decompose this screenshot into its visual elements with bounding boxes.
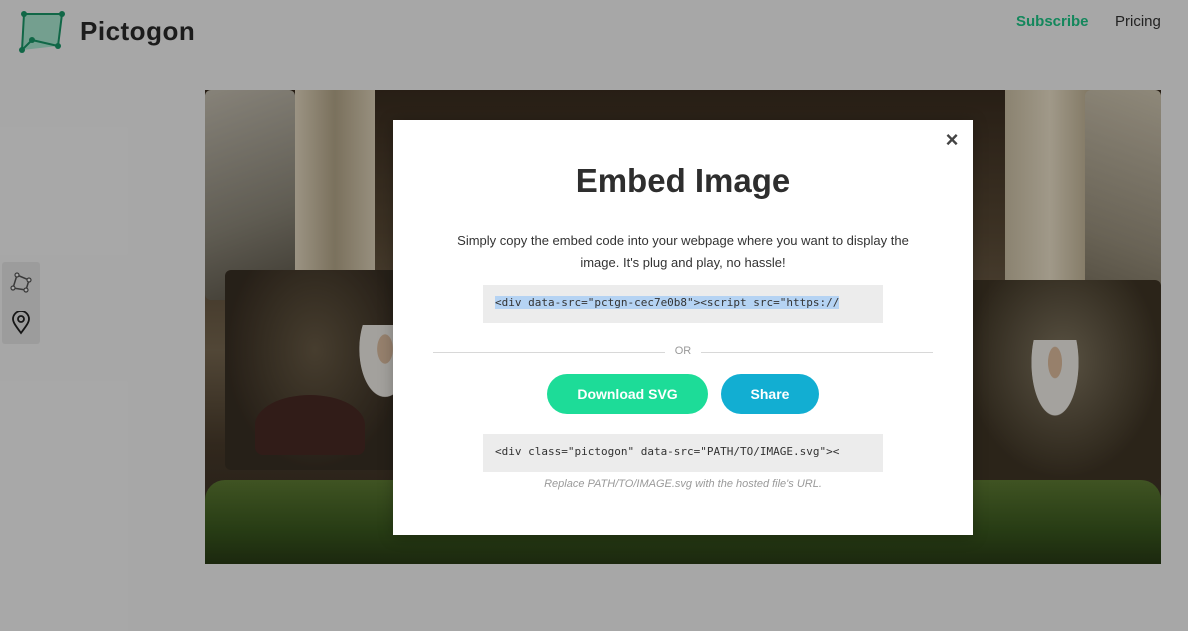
embed-code-text: <div data-src="pctgn-cec7e0b8"><script s…: [495, 296, 840, 309]
svg-hint-text: Replace PATH/TO/IMAGE.svg with the hoste…: [544, 478, 822, 490]
divider-left: [433, 352, 665, 353]
modal-title: Embed Image: [575, 162, 791, 199]
svg-code-field[interactable]: <div class="pictogon" data-src="PATH/TO/…: [483, 434, 883, 472]
share-button[interactable]: Share: [721, 374, 819, 414]
page: Pictogon Subscribe Pricing × Embed Image…: [0, 0, 1188, 631]
embed-code-field[interactable]: <div data-src="pctgn-cec7e0b8"><script s…: [483, 285, 883, 323]
embed-image-modal: × Embed Image Simply copy the embed code…: [393, 120, 973, 535]
modal-description: Simply copy the embed code into your web…: [457, 233, 909, 270]
or-separator: OR: [674, 345, 692, 357]
download-svg-button[interactable]: Download SVG: [547, 374, 708, 414]
divider-right: [701, 352, 933, 353]
close-icon[interactable]: ×: [943, 129, 961, 151]
svg-code-text: <div class="pictogon" data-src="PATH/TO/…: [495, 445, 840, 458]
